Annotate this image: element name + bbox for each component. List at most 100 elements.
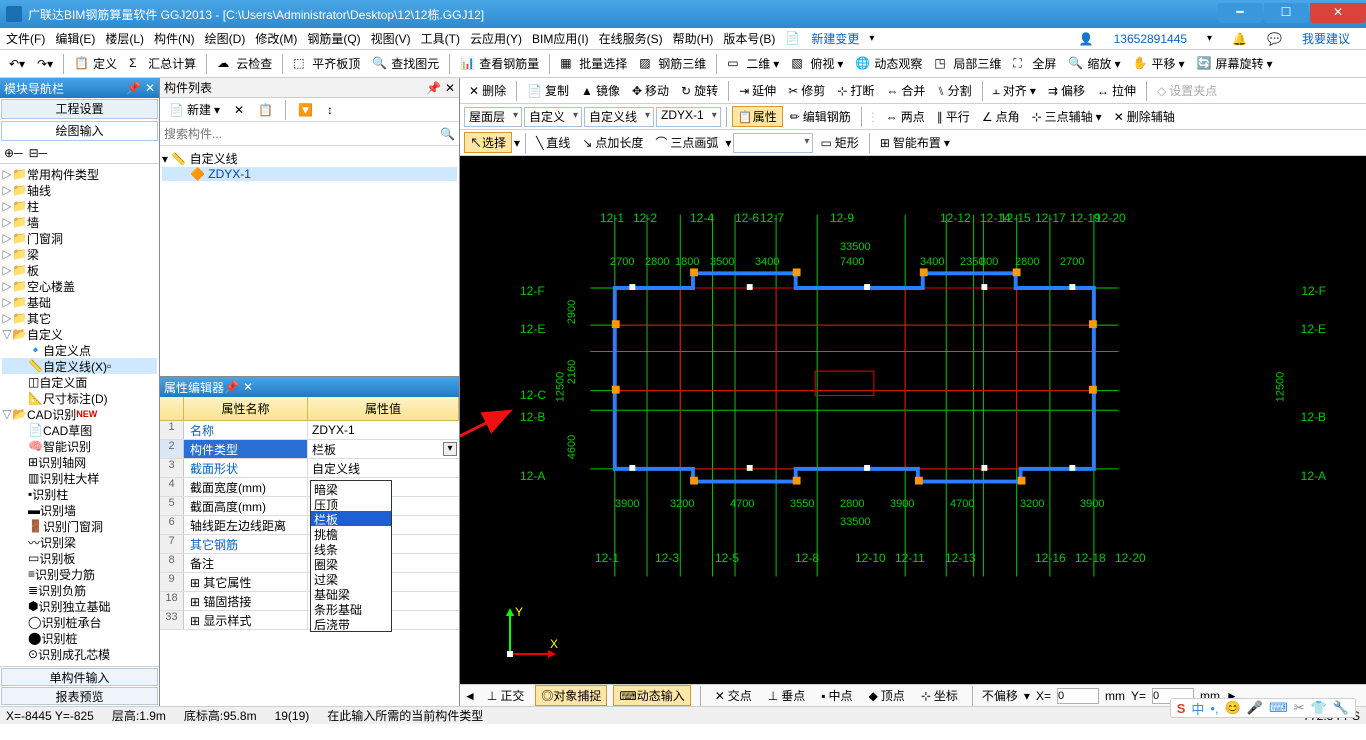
dropdown-option[interactable]: 暗梁 bbox=[311, 481, 391, 496]
split-button[interactable]: ⑊分割 bbox=[932, 80, 976, 102]
break-button[interactable]: ⊹打断 bbox=[832, 80, 879, 102]
ime-bar[interactable]: S 中 •, 😊 🎤 ⌨ ✂ 👕 🔧 bbox=[1170, 698, 1356, 718]
osnap-toggle[interactable]: ◎对象捕捉 bbox=[535, 685, 607, 706]
close-icon[interactable]: ✕ bbox=[445, 81, 455, 95]
offset-button[interactable]: ⇉偏移 bbox=[1043, 80, 1090, 102]
menu-file[interactable]: 文件(F) bbox=[6, 30, 45, 47]
dropdown-option[interactable]: 过梁 bbox=[311, 571, 391, 586]
dropdown-option[interactable]: 挑檐 bbox=[311, 526, 391, 541]
intersect-toggle[interactable]: ✕交点 bbox=[710, 685, 757, 707]
menu-view[interactable]: 视图(V) bbox=[371, 30, 411, 47]
prop-row-2[interactable]: 2构件类型栏板▾ bbox=[160, 440, 459, 459]
perp-toggle[interactable]: ⊥垂点 bbox=[763, 685, 810, 707]
new-button[interactable]: 📄新建▾ bbox=[164, 99, 225, 121]
offset-x-input[interactable] bbox=[1057, 688, 1099, 704]
rebar-3d-button[interactable]: ▨钢筋三维 bbox=[634, 53, 711, 75]
menu-edit[interactable]: 编辑(E) bbox=[55, 30, 95, 47]
pin-icon[interactable]: 📌 bbox=[426, 81, 441, 95]
zoom-button[interactable]: 🔍缩放▾ bbox=[1063, 53, 1125, 75]
dropdown-option[interactable]: 条形基础 bbox=[311, 601, 391, 616]
prop-row-1[interactable]: 1名称ZDYX-1 bbox=[160, 421, 459, 440]
close-icon[interactable]: ✕ bbox=[243, 380, 253, 394]
custom-line-node[interactable]: 📏自定义线(X)▫ bbox=[2, 358, 157, 374]
delete-icon[interactable]: ✕ bbox=[229, 99, 249, 121]
pan-button[interactable]: ✋平移▾ bbox=[1127, 53, 1189, 75]
menu-online[interactable]: 在线服务(S) bbox=[599, 30, 663, 47]
single-input-tab[interactable]: 单构件输入 bbox=[1, 668, 158, 686]
menu-cloud[interactable]: 云应用(Y) bbox=[470, 30, 522, 47]
screen-rotate-button[interactable]: 🔄屏幕旋转▾ bbox=[1192, 53, 1278, 75]
rotate-button[interactable]: ↻旋转 bbox=[676, 80, 723, 102]
arc-button[interactable]: ⌒三点画弧 bbox=[650, 132, 723, 154]
draw-input-tab[interactable]: 绘图输入 bbox=[1, 121, 158, 141]
dropdown-option[interactable]: 圈梁 bbox=[311, 556, 391, 571]
expand-icon[interactable]: ⊕─ bbox=[4, 146, 23, 160]
menu-rebar[interactable]: 钢筋量(Q) bbox=[307, 30, 360, 47]
mirror-button[interactable]: ▲镜像 bbox=[576, 80, 625, 102]
prop-row-3[interactable]: 3截面形状自定义线 bbox=[160, 459, 459, 478]
close-button[interactable]: ✕ bbox=[1310, 3, 1366, 23]
grip-button[interactable]: ◇设置夹点 bbox=[1152, 80, 1222, 102]
define-button[interactable]: 📋定义 bbox=[69, 53, 122, 75]
component-combo[interactable]: ZDYX-1 bbox=[656, 107, 721, 127]
type-combo[interactable]: 自定义线 bbox=[584, 107, 654, 127]
local-3d-button[interactable]: ◳局部三维 bbox=[929, 53, 1006, 75]
align-top-button[interactable]: ⬚平齐板顶 bbox=[288, 53, 365, 75]
move-button[interactable]: ✥移动 bbox=[627, 80, 674, 102]
nav-tree[interactable]: ▷📁 常用构件类型 ▷📁 轴线 ▷📁 柱 ▷📁 墙 ▷📁 门窗洞 ▷📁 梁 ▷📁… bbox=[0, 164, 159, 666]
ortho-toggle[interactable]: ⊥正交 bbox=[482, 685, 529, 707]
close-pane-icon[interactable]: ✕ bbox=[145, 81, 155, 95]
component-tree[interactable]: ▾ 📏 自定义线 🔶 ZDYX-1 bbox=[160, 146, 459, 376]
menu-floor[interactable]: 楼层(L) bbox=[105, 30, 144, 47]
del-aux-button[interactable]: ✕删除辅轴 bbox=[1109, 106, 1180, 128]
menu-version[interactable]: 版本号(B) bbox=[723, 30, 775, 47]
drawing-canvas[interactable]: 12-F 12-E 12-C 12-B 12-A 12-F 12-E 12-B … bbox=[460, 156, 1366, 684]
2d-button[interactable]: ▭二维▾ bbox=[722, 53, 784, 75]
coord-toggle[interactable]: ⊹坐标 bbox=[916, 685, 963, 707]
dropdown-option[interactable]: 基础梁 bbox=[311, 586, 391, 601]
view-rebar-button[interactable]: 📊查看钢筋量 bbox=[455, 53, 544, 75]
dropdown-option[interactable]: 栏板 bbox=[311, 511, 391, 526]
proj-setting-tab[interactable]: 工程设置 bbox=[1, 99, 158, 119]
attr-button[interactable]: 📋属性 bbox=[732, 106, 783, 127]
phone-link[interactable]: 13652891445 bbox=[1114, 32, 1187, 46]
search-input[interactable] bbox=[164, 125, 440, 143]
copy-icon[interactable]: 📋 bbox=[253, 99, 278, 121]
cloud-check-button[interactable]: ☁云检查 bbox=[212, 53, 277, 75]
fullscreen-button[interactable]: ⛶全屏 bbox=[1008, 53, 1061, 75]
redo-button[interactable]: ↷▾ bbox=[32, 53, 58, 75]
new-change-link[interactable]: 新建变更 bbox=[811, 30, 859, 47]
search-icon[interactable]: 🔍 bbox=[440, 127, 455, 141]
edit-rebar-button[interactable]: ✏编辑钢筋 bbox=[785, 106, 856, 128]
merge-button[interactable]: ⇔合并 bbox=[881, 80, 930, 102]
floor-combo[interactable]: 屋面层 bbox=[464, 107, 522, 127]
dyn-input-toggle[interactable]: ⌨动态输入 bbox=[613, 685, 690, 706]
dropdown-arrow[interactable]: ▾ bbox=[443, 442, 457, 456]
menu-draw[interactable]: 绘图(D) bbox=[205, 30, 246, 47]
mid-toggle[interactable]: ▪中点 bbox=[816, 685, 857, 707]
menu-bim[interactable]: BIM应用(I) bbox=[532, 30, 589, 47]
draw-combo[interactable] bbox=[733, 133, 813, 153]
point-length-button[interactable]: ↘点加长度 bbox=[577, 132, 648, 154]
sort-icon[interactable]: ↕ bbox=[322, 99, 338, 121]
dropdown-option[interactable]: 线条 bbox=[311, 541, 391, 556]
vertex-toggle[interactable]: ◆顶点 bbox=[864, 685, 910, 707]
suggest-link[interactable]: 我要建议 bbox=[1302, 30, 1350, 47]
menu-help[interactable]: 帮助(H) bbox=[673, 30, 714, 47]
extend-button[interactable]: ⇥延伸 bbox=[734, 80, 781, 102]
minimize-button[interactable]: ━ bbox=[1218, 3, 1262, 23]
point-angle-button[interactable]: ∠点角 bbox=[977, 106, 1025, 128]
bell-icon[interactable]: 🔔 bbox=[1232, 32, 1247, 46]
tree-item-zdyx1[interactable]: 🔶 ZDYX-1 bbox=[162, 167, 457, 181]
copy-button[interactable]: 📄复制 bbox=[522, 80, 574, 102]
trim-button[interactable]: ✂修剪 bbox=[783, 80, 830, 102]
menu-tools[interactable]: 工具(T) bbox=[421, 30, 460, 47]
category-combo[interactable]: 自定义 bbox=[524, 107, 582, 127]
top-view-button[interactable]: ▧俯视▾ bbox=[786, 53, 848, 75]
parallel-button[interactable]: ∥平行 bbox=[932, 106, 975, 128]
dropdown-option[interactable]: 压顶 bbox=[311, 496, 391, 511]
smart-layout-button[interactable]: ⊞智能布置▾ bbox=[875, 132, 955, 154]
delete-button[interactable]: ✕删除 bbox=[464, 80, 511, 102]
two-point-button[interactable]: ⇔两点 bbox=[881, 106, 930, 128]
sum-button[interactable]: Σ汇总计算 bbox=[124, 53, 201, 75]
